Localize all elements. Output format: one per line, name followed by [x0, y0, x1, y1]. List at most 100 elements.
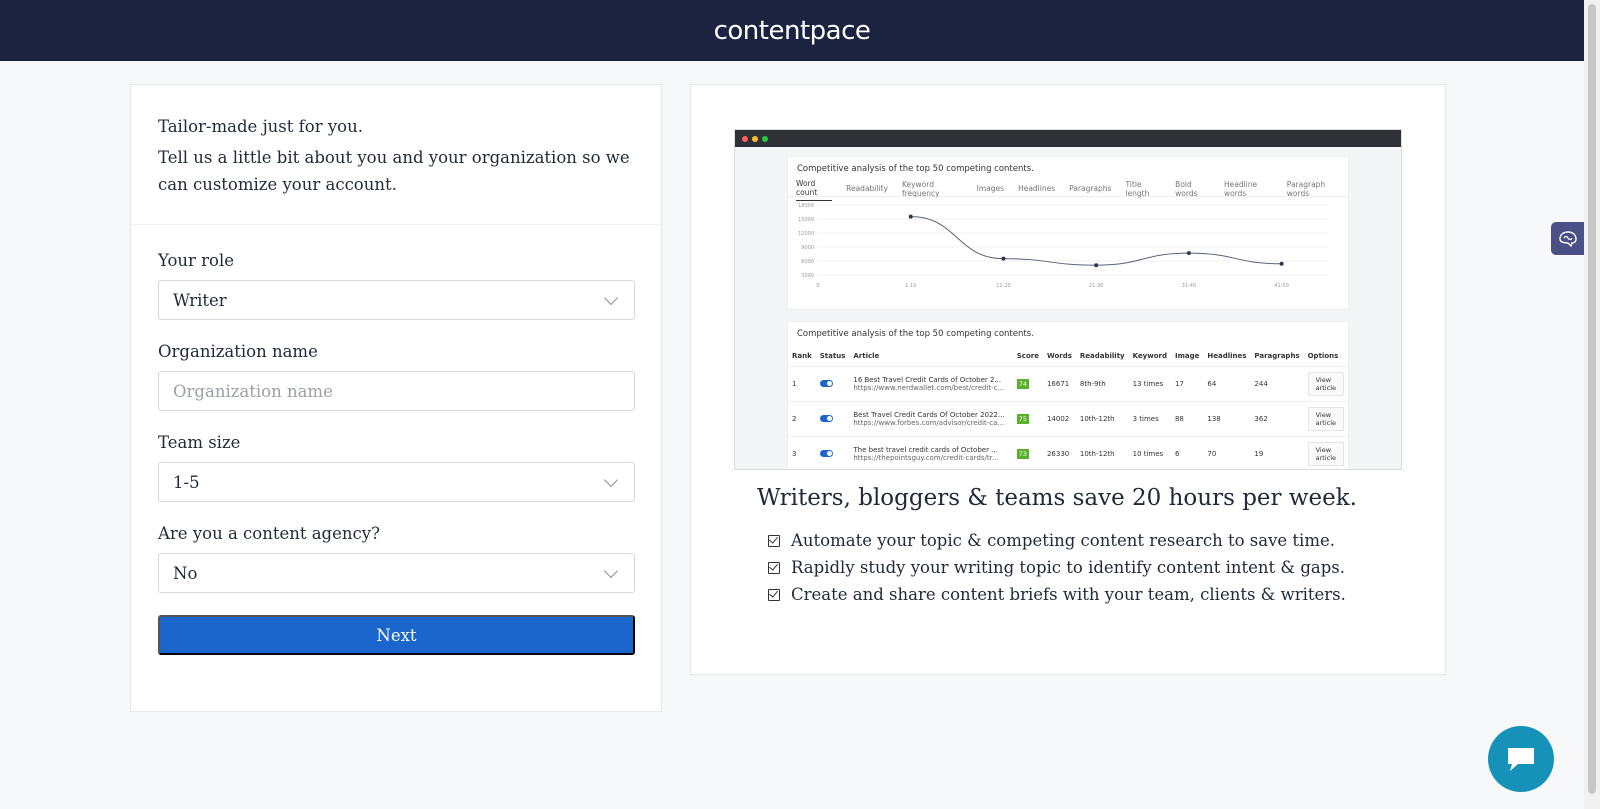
- view-article-button[interactable]: View article: [1307, 442, 1344, 466]
- status-toggle[interactable]: [819, 449, 833, 457]
- article-url[interactable]: https://www.nerdwallet.com/best/credit-c…: [853, 384, 1008, 392]
- col-score: Score: [1016, 352, 1039, 360]
- product-screenshot: Competitive analysis of the top 50 compe…: [734, 129, 1402, 470]
- role-label: Your role: [158, 251, 235, 270]
- article-url[interactable]: https://www.forbes.com/advisor/credit-ca…: [853, 419, 1008, 427]
- cell-score: 73: [1012, 436, 1043, 469]
- status-toggle[interactable]: [819, 414, 833, 422]
- agency-value: No: [173, 563, 198, 583]
- col-status: Status: [819, 352, 846, 360]
- benefit-text: Create and share content briefs with you…: [791, 585, 1346, 604]
- x-tick-label: 21-30: [1089, 283, 1104, 289]
- y-tick-label: 9000: [801, 245, 814, 251]
- table-panel-title: Competitive analysis of the top 50 compe…: [797, 329, 1034, 339]
- cell-status: [815, 366, 850, 402]
- y-tick-label: 18000: [798, 203, 814, 209]
- status-toggle[interactable]: [819, 379, 833, 387]
- team-size-value: 1-5: [173, 472, 200, 492]
- side-widget-button[interactable]: [1551, 222, 1584, 255]
- chat-button[interactable]: [1488, 726, 1554, 792]
- role-select[interactable]: Writer: [158, 280, 635, 320]
- cell-readability: 10th-12th: [1075, 401, 1129, 437]
- benefit-text: Automate your topic & competing content …: [791, 531, 1335, 550]
- form-intro: Tell us a little bit about you and your …: [158, 148, 630, 194]
- data-point[interactable]: [908, 214, 913, 219]
- tab-paragraphs[interactable]: Paragraphs: [1069, 184, 1111, 193]
- score-badge: 74: [1016, 379, 1030, 389]
- col-headlines: Headlines: [1207, 352, 1247, 360]
- view-article-button[interactable]: View article: [1307, 407, 1344, 431]
- cell-score: 74: [1012, 366, 1043, 402]
- tab-headlines[interactable]: Headlines: [1018, 184, 1055, 193]
- benefit-list: Automate your topic & competing content …: [768, 527, 1346, 608]
- scroll-thumb[interactable]: [1588, 4, 1596, 794]
- cell-status: [815, 401, 850, 437]
- chart-panel: Competitive analysis of the top 50 compe…: [787, 156, 1349, 310]
- next-button[interactable]: Next: [158, 615, 635, 655]
- cell-options: View article: [1303, 366, 1348, 402]
- chart-panel-title: Competitive analysis of the top 50 compe…: [797, 164, 1034, 174]
- tab-keyword-frequency[interactable]: Keyword frequency: [902, 180, 963, 198]
- tab-readability[interactable]: Readability: [846, 184, 888, 193]
- table-row: 3 The best travel credit cards of Octobe…: [788, 436, 1348, 469]
- col-words: Words: [1046, 352, 1072, 360]
- checkbox-checked-icon: [768, 588, 780, 601]
- article-title[interactable]: Best Travel Credit Cards Of October 2022…: [853, 411, 1008, 419]
- col-rank: Rank: [792, 352, 812, 360]
- tab-paragraph-words[interactable]: Paragraph words: [1287, 180, 1340, 198]
- agency-select[interactable]: No: [158, 553, 635, 593]
- form-body: Your role Writer Organization name Organ…: [131, 225, 661, 681]
- window-close-dot: [742, 135, 748, 142]
- competitor-table: Rank Status Article Score Words Readabil…: [788, 346, 1348, 469]
- view-article-button[interactable]: View article: [1307, 372, 1344, 396]
- data-point[interactable]: [1186, 251, 1191, 256]
- cell-article: 16 Best Travel Credit Cards of October 2…: [849, 366, 1013, 402]
- org-label: Organization name: [158, 342, 318, 361]
- cell-options: View article: [1303, 401, 1348, 437]
- article-url[interactable]: https://thepointsguy.com/credit-cards/tr…: [853, 454, 1008, 462]
- x-tick-label: 41-50: [1274, 283, 1289, 289]
- data-point[interactable]: [1094, 263, 1099, 268]
- benefit-item: Automate your topic & competing content …: [768, 527, 1346, 554]
- x-tick-label: 31-40: [1182, 283, 1197, 289]
- data-point[interactable]: [1279, 261, 1284, 266]
- cell-rank: 3: [788, 436, 816, 469]
- article-title[interactable]: The best travel credit cards of October …: [853, 446, 1008, 454]
- cell-headlines: 70: [1203, 436, 1251, 469]
- chat-bubble-icon: [1508, 748, 1534, 771]
- cell-article: The best travel credit cards of October …: [849, 436, 1013, 469]
- benefit-item: Create and share content briefs with you…: [768, 581, 1346, 608]
- data-point[interactable]: [1001, 256, 1006, 261]
- scrollbar[interactable]: [1584, 0, 1600, 809]
- logo[interactable]: contentpace: [714, 16, 871, 46]
- score-badge: 75: [1016, 414, 1030, 424]
- table-row: 1 16 Best Travel Credit Cards of October…: [788, 366, 1348, 402]
- agency-label: Are you a content agency?: [158, 524, 380, 543]
- article-title[interactable]: 16 Best Travel Credit Cards of October 2…: [853, 376, 1008, 384]
- cell-readability: 8th-9th: [1075, 366, 1129, 402]
- org-name-input[interactable]: Organization name: [158, 371, 635, 411]
- col-options: Options: [1307, 352, 1339, 360]
- cell-rank: 1: [788, 366, 816, 402]
- team-size-select[interactable]: 1-5: [158, 462, 635, 502]
- cell-headlines: 64: [1203, 366, 1251, 402]
- benefit-item: Rapidly study your writing topic to iden…: [768, 554, 1346, 581]
- cell-score: 75: [1012, 401, 1043, 437]
- onboarding-form-card: Tailor-made just for you. Tell us a litt…: [130, 84, 662, 712]
- cell-paragraphs: 362: [1250, 401, 1304, 437]
- role-value: Writer: [173, 290, 227, 310]
- cell-keyword: 13 times: [1128, 366, 1171, 402]
- col-image: Image: [1174, 352, 1200, 360]
- tab-headline-words[interactable]: Headline words: [1224, 180, 1273, 198]
- cell-options: View article: [1303, 436, 1348, 469]
- tab-bold-words[interactable]: Bold words: [1175, 180, 1210, 198]
- y-tick-label: 15000: [798, 217, 814, 223]
- tab-images[interactable]: Images: [977, 184, 1004, 193]
- chevron-down-icon: [603, 290, 619, 305]
- col-paragraphs: Paragraphs: [1254, 352, 1300, 360]
- col-article: Article: [853, 352, 880, 360]
- promo-card: Competitive analysis of the top 50 compe…: [690, 84, 1446, 675]
- y-tick-label: 6000: [801, 259, 814, 265]
- cell-words: 26330: [1042, 436, 1076, 469]
- tab-title-length[interactable]: Title length: [1125, 180, 1161, 198]
